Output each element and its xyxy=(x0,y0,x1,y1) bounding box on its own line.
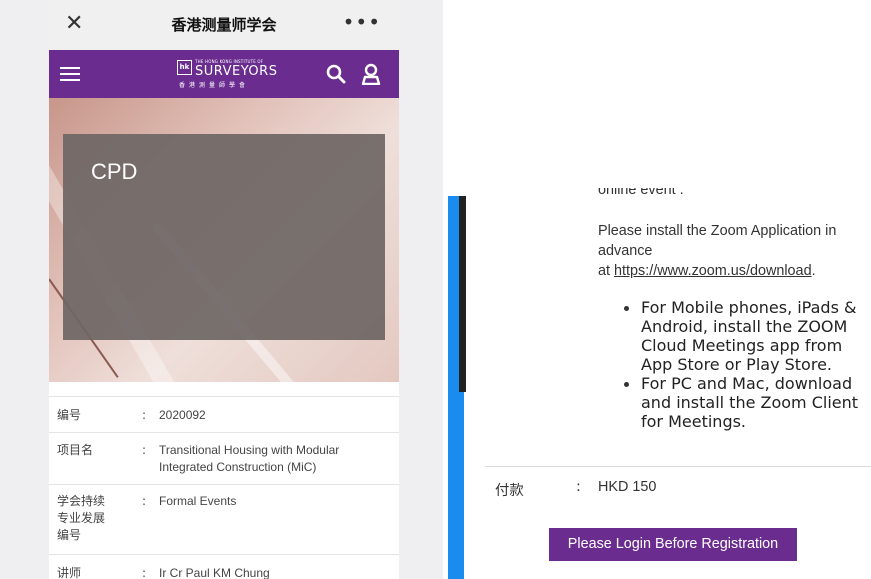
payment-colon: : xyxy=(576,479,581,495)
logo-mark: hk xyxy=(177,60,192,75)
event-details: 编号 : 2020092 项目名 : Transitional Housing … xyxy=(49,396,399,579)
detail-row-cpd-code: 学会持续专业发展编号 : Formal Events xyxy=(49,484,399,554)
cut-off-text-span: online event . xyxy=(598,188,684,198)
list-item: For Mobile phones, iPads & Android, inst… xyxy=(624,298,871,374)
detail-label: 讲师 xyxy=(57,566,82,579)
detail-row-speaker: 讲师 : Ir Cr Paul KM Chung xyxy=(49,554,399,579)
user-icon[interactable] xyxy=(361,63,381,85)
search-icon[interactable] xyxy=(326,64,346,84)
detail-row-project: 项目名 : Transitional Housing with Modular … xyxy=(49,432,399,484)
detail-value: Transitional Housing with Modular Integr… xyxy=(159,443,340,474)
login-before-registration-button[interactable]: Please Login Before Registration xyxy=(549,528,797,561)
logo-main-text: SURVEYORS xyxy=(195,64,278,79)
zoom-download-link[interactable]: https://www.zoom.us/download xyxy=(614,263,812,279)
hero-title: CPD xyxy=(91,159,138,184)
cut-off-text: online event . xyxy=(598,188,684,201)
period-text: . xyxy=(811,263,816,279)
hamburger-icon[interactable] xyxy=(60,67,80,81)
detail-value: Formal Events xyxy=(159,494,237,508)
hkis-logo[interactable]: hk THE HONG KONG INSTITUTE OF SURVEYORS … xyxy=(177,56,277,92)
right-screenshot: online event . Please install the Zoom A… xyxy=(443,0,871,579)
install-paragraph: Please install the Zoom Application in a… xyxy=(598,221,868,281)
detail-label: 学会持续专业发展编号 xyxy=(57,494,106,542)
install-text: Please install the Zoom Application in a… xyxy=(598,223,837,259)
install-bullet-list: For Mobile phones, iPads & Android, inst… xyxy=(624,298,871,431)
detail-value: Ir Cr Paul KM Chung xyxy=(159,566,270,579)
wechat-title-bar: ✕ 香港测量师学会 ••• xyxy=(49,0,399,50)
detail-label: 项目名 xyxy=(57,443,94,457)
list-item: For PC and Mac, download and install the… xyxy=(624,374,871,431)
side-strip-dark xyxy=(459,196,466,392)
payment-value: HKD 150 xyxy=(598,479,657,495)
detail-value: 2020092 xyxy=(159,408,206,422)
at-text: at xyxy=(598,263,614,279)
detail-row-code: 编号 : 2020092 xyxy=(49,396,399,432)
left-screenshot: ✕ 香港测量师学会 ••• hk THE HONG KONG INSTITUTE… xyxy=(0,0,443,579)
detail-label: 编号 xyxy=(57,408,82,422)
payment-label: 付款 xyxy=(495,483,524,499)
divider xyxy=(485,466,871,467)
detail-colon: : xyxy=(142,494,147,508)
mobile-page: ✕ 香港测量师学会 ••• hk THE HONG KONG INSTITUTE… xyxy=(49,0,399,579)
hero-banner: CPD xyxy=(49,98,399,382)
site-nav-bar: hk THE HONG KONG INSTITUTE OF SURVEYORS … xyxy=(49,50,399,98)
detail-colon: : xyxy=(142,443,147,457)
detail-colon: : xyxy=(142,408,147,422)
detail-colon: : xyxy=(142,566,147,579)
more-dots-icon[interactable]: ••• xyxy=(343,10,381,34)
logo-chinese-text: 香港測量師學會 xyxy=(179,82,250,89)
